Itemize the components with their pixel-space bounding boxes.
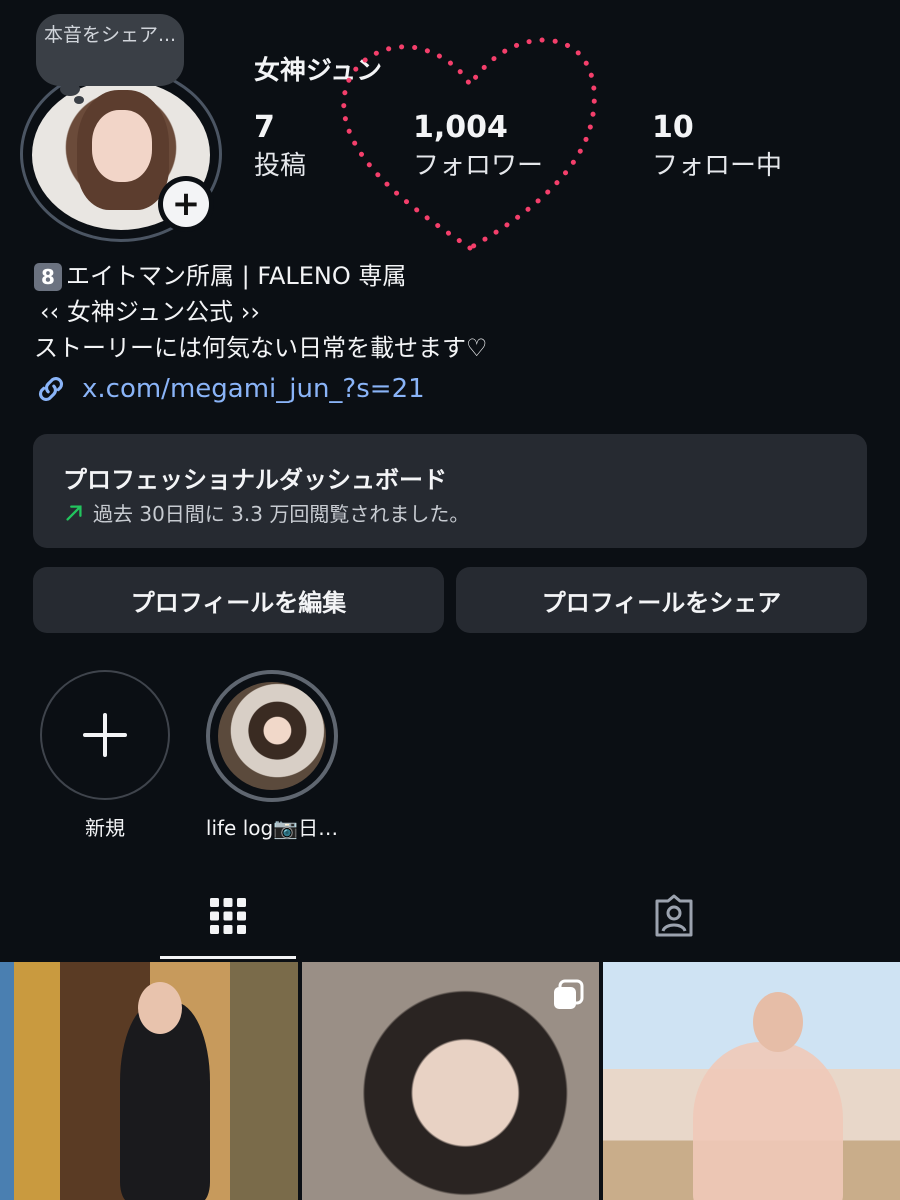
carousel-icon bbox=[554, 979, 584, 1009]
number-8-badge: 8 bbox=[34, 263, 62, 291]
tab-active-indicator bbox=[160, 956, 296, 959]
note-bubble-tail-small bbox=[74, 96, 84, 104]
note-bubble[interactable]: 本音をシェア... bbox=[36, 14, 184, 86]
bio-link[interactable]: x.com/megami_jun_?s=21 bbox=[34, 372, 425, 406]
dashboard-subtitle-row: 過去 30日間に 3.3 万回閲覧されました。 bbox=[63, 498, 469, 527]
add-story-button[interactable]: + bbox=[158, 176, 214, 232]
new-highlight-button[interactable] bbox=[40, 670, 170, 800]
bio-line-1: 8 エイトマン所属 | FALENO 専属 bbox=[34, 256, 406, 291]
post-thumbnail-2[interactable] bbox=[302, 962, 599, 1200]
bio-line-2: ‹‹ 女神ジュン公式 ›› bbox=[40, 298, 260, 326]
highlight-new-label: 新規 bbox=[85, 816, 125, 840]
highlight-life-log-thumbnail bbox=[218, 682, 326, 790]
bio-line-1-text: エイトマン所属 | FALENO 専属 bbox=[66, 262, 407, 290]
grid-icon bbox=[210, 898, 246, 934]
stat-following-label: フォロー中 bbox=[652, 151, 783, 181]
plus-icon: + bbox=[163, 181, 209, 227]
stat-following[interactable]: 10 フォロー中 bbox=[652, 110, 782, 182]
stat-following-value: 10 bbox=[652, 110, 694, 145]
share-profile-button[interactable]: プロフィールをシェア bbox=[456, 567, 867, 633]
bio-line-3: ストーリーには何気ない日常を載せます♡ bbox=[34, 334, 488, 362]
bio-link-text: x.com/megami_jun_?s=21 bbox=[82, 374, 425, 404]
tagged-person-icon bbox=[655, 894, 693, 937]
dashboard-title: プロフェッショナルダッシュボード bbox=[63, 466, 447, 494]
stat-posts-label: 投稿 bbox=[254, 151, 307, 181]
professional-dashboard-card[interactable]: プロフェッショナルダッシュボード 過去 30日間に 3.3 万回閲覧されました。 bbox=[33, 434, 867, 548]
tab-posts-grid[interactable] bbox=[160, 886, 296, 946]
stat-posts[interactable]: 7 投稿 bbox=[254, 110, 306, 182]
note-text: 本音をシェア... bbox=[43, 24, 177, 46]
dotted-heart-drawing bbox=[341, 37, 597, 251]
plus-icon bbox=[83, 713, 127, 757]
dashboard-subtitle: 過去 30日間に 3.3 万回閲覧されました。 bbox=[93, 502, 470, 526]
post-thumbnail-1[interactable] bbox=[0, 962, 298, 1200]
highlight-life-log-label: life log📷日… bbox=[205, 816, 339, 840]
highlight-life-log[interactable] bbox=[206, 670, 338, 802]
trend-up-arrow-icon bbox=[66, 504, 82, 521]
link-icon bbox=[38, 376, 64, 402]
edit-profile-button[interactable]: プロフィールを編集 bbox=[33, 567, 444, 633]
stat-posts-value: 7 bbox=[254, 110, 275, 145]
tab-tagged[interactable] bbox=[606, 886, 742, 946]
post-thumbnail-3[interactable] bbox=[603, 962, 900, 1200]
